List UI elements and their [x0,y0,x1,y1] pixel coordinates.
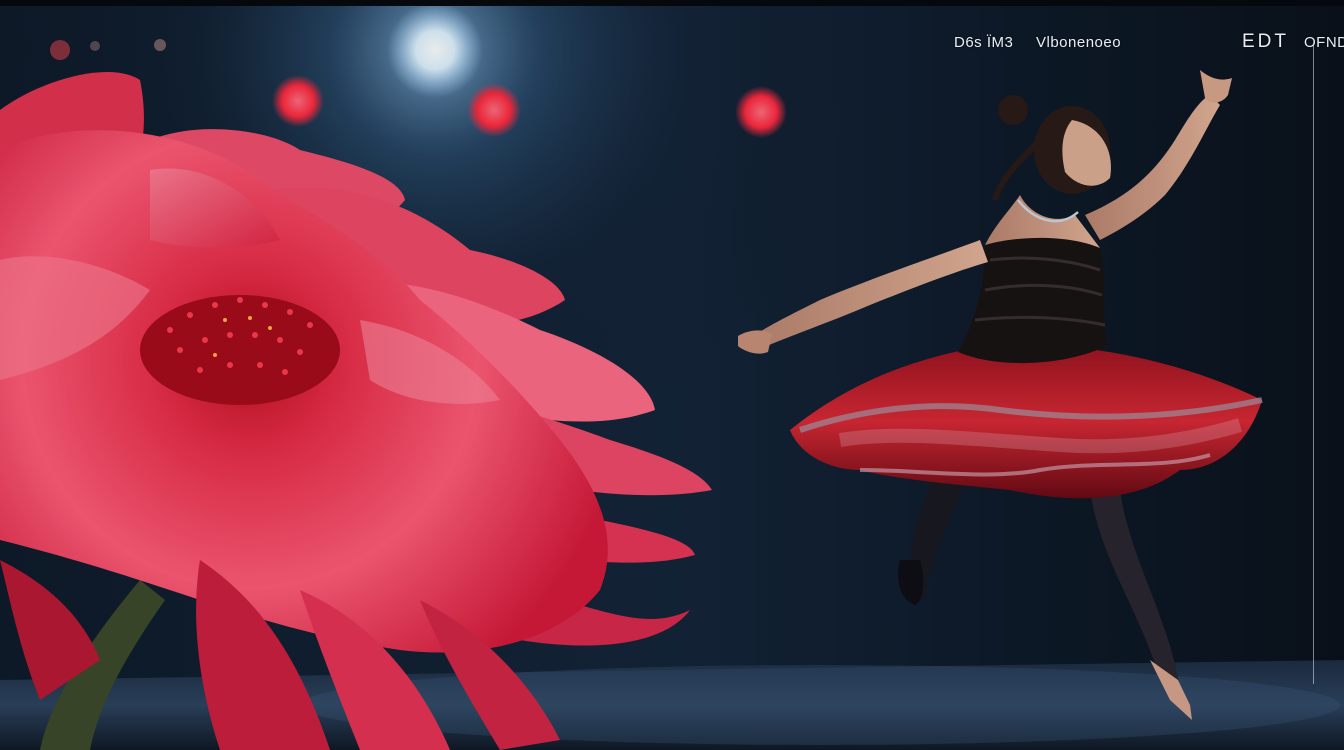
overlay-caption-3: EDT [1242,31,1289,52]
vertical-divider [1313,44,1314,684]
overlay-caption-2: Vlbonenoeo [1036,34,1122,51]
overlay-caption-1: D6s ÏM3 [954,34,1014,51]
top-edge [0,0,1344,6]
stage-photo [0,0,1344,750]
overlay-caption-4: OFND [1304,34,1344,51]
